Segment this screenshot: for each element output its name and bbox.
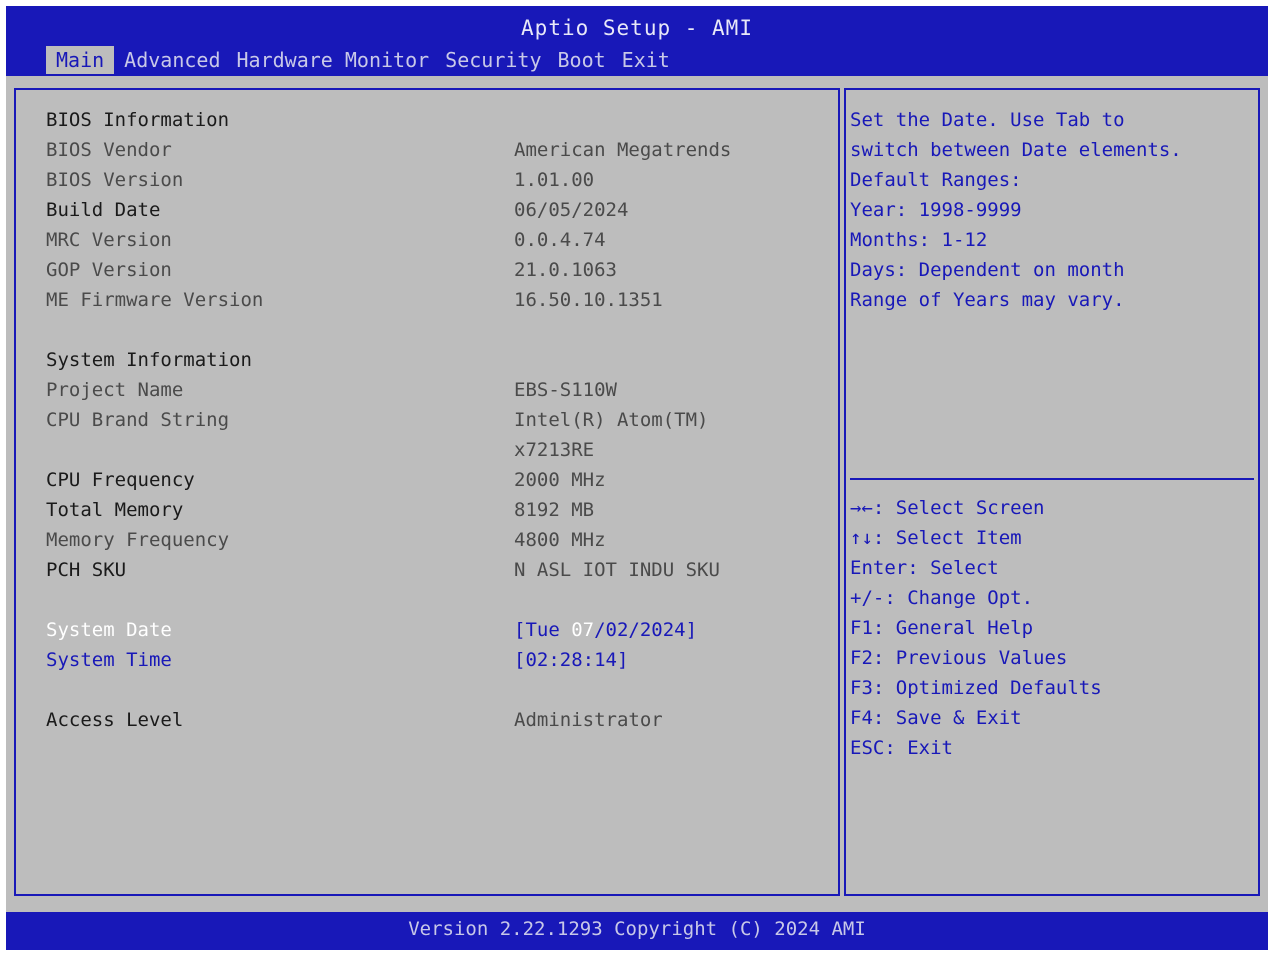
total-memory-value: 8192 MB	[514, 499, 595, 521]
gop-version-label: GOP Version	[46, 259, 172, 281]
me-firmware-label: ME Firmware Version	[46, 289, 264, 311]
project-name-label: Project Name	[46, 379, 184, 401]
bios-vendor-label: BIOS Vendor	[46, 139, 172, 161]
help-line: Days: Dependent on month	[850, 259, 1125, 281]
total-memory-label: Total Memory	[46, 499, 184, 521]
key-hint-select-screen: →←: Select Screen	[850, 497, 1045, 519]
access-level-value: Administrator	[514, 709, 663, 731]
tab-security[interactable]: Security	[439, 46, 547, 74]
memory-frequency-label: Memory Frequency	[46, 529, 230, 551]
project-name-value: EBS-S110W	[514, 379, 617, 401]
system-time-field[interactable]: [02:28:14]	[514, 648, 628, 672]
help-panel: Set the Date. Use Tab to switch between …	[844, 88, 1260, 896]
key-hint-f1: F1: General Help	[850, 617, 1034, 639]
tab-exit[interactable]: Exit	[616, 46, 676, 74]
pch-sku-value: N ASL IOT INDU SKU	[514, 559, 720, 581]
key-hint-f3: F3: Optimized Defaults	[850, 677, 1102, 699]
system-date-label[interactable]: System Date	[46, 618, 172, 642]
key-hint-select-item: ↑↓: Select Item	[850, 527, 1022, 549]
system-info-heading: System Information	[46, 349, 252, 371]
cpu-brand-value: Intel(R) Atom(TM)	[514, 409, 709, 431]
bios-version-value: 1.01.00	[514, 169, 595, 191]
system-date-month[interactable]: 07	[571, 619, 594, 641]
bios-info-heading: BIOS Information	[46, 109, 230, 131]
version-copyright: Version 2.22.1293 Copyright (C) 2024 AMI	[408, 918, 866, 940]
help-line: Range of Years may vary.	[850, 289, 1125, 311]
footer-bar: Version 2.22.1293 Copyright (C) 2024 AMI	[6, 912, 1268, 950]
help-line: Set the Date. Use Tab to	[850, 109, 1125, 131]
tab-hardware-monitor[interactable]: Hardware Monitor	[231, 46, 436, 74]
help-line: Default Ranges:	[850, 169, 1022, 191]
build-date-label: Build Date	[46, 199, 161, 221]
mrc-version-label: MRC Version	[46, 229, 172, 251]
cpu-brand-value-cont: x7213RE	[514, 439, 595, 461]
cpu-brand-label: CPU Brand String	[46, 409, 230, 431]
help-line: Year: 1998-9999	[850, 199, 1022, 221]
bios-version-label: BIOS Version	[46, 169, 184, 191]
key-hint-change-opt: +/-: Change Opt.	[850, 587, 1034, 609]
system-date-prefix: [Tue	[514, 619, 572, 641]
memory-frequency-value: 4800 MHz	[514, 529, 606, 551]
system-date-field[interactable]: [Tue 07/02/2024]	[514, 618, 697, 642]
settings-panel: BIOS Information BIOS Vendor American Me…	[14, 88, 840, 896]
build-date-value: 06/05/2024	[514, 199, 629, 221]
help-divider	[850, 478, 1254, 480]
header-bar: Aptio Setup - AMI Main Advanced Hardware…	[6, 6, 1268, 76]
tab-main[interactable]: Main	[46, 46, 115, 74]
help-line: switch between Date elements.	[850, 139, 1182, 161]
app-title: Aptio Setup - AMI	[521, 16, 753, 40]
cpu-frequency-label: CPU Frequency	[46, 469, 195, 491]
key-hint-f2: F2: Previous Values	[850, 647, 1068, 669]
help-line: Months: 1-12	[850, 229, 988, 251]
bios-screen: Aptio Setup - AMI Main Advanced Hardware…	[6, 6, 1268, 950]
gop-version-value: 21.0.1063	[514, 259, 617, 281]
system-date-suffix: /02/2024]	[594, 619, 698, 641]
tab-boot[interactable]: Boot	[551, 46, 611, 74]
tab-bar: Main Advanced Hardware Monitor Security …	[46, 46, 680, 74]
me-firmware-value: 16.50.10.1351	[514, 289, 663, 311]
key-hint-esc: ESC: Exit	[850, 737, 953, 759]
access-level-label: Access Level	[46, 709, 184, 731]
system-time-label[interactable]: System Time	[46, 648, 172, 672]
tab-advanced[interactable]: Advanced	[118, 46, 226, 74]
key-hint-enter: Enter: Select	[850, 557, 999, 579]
key-hint-f4: F4: Save & Exit	[850, 707, 1022, 729]
body-area: BIOS Information BIOS Vendor American Me…	[6, 76, 1268, 912]
cpu-frequency-value: 2000 MHz	[514, 469, 606, 491]
bios-vendor-value: American Megatrends	[514, 139, 732, 161]
pch-sku-label: PCH SKU	[46, 559, 127, 581]
mrc-version-value: 0.0.4.74	[514, 229, 606, 251]
